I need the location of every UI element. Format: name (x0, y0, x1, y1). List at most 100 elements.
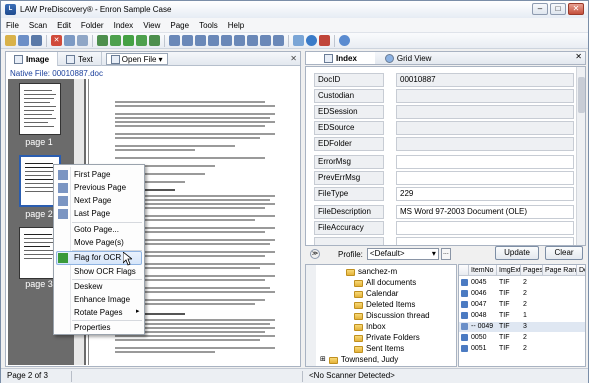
page-icon[interactable] (208, 35, 219, 46)
tab-text[interactable]: Text (58, 52, 102, 66)
tree-item[interactable]: All documents (354, 278, 416, 288)
globe-icon[interactable] (306, 35, 317, 46)
page-icon[interactable] (195, 35, 206, 46)
table-row[interactable]: 0046 TIF 2 (459, 289, 543, 299)
field-value[interactable]: 229 (396, 187, 574, 201)
close-button[interactable]: ✕ (568, 3, 584, 15)
nav-first-icon[interactable] (97, 35, 108, 46)
field-value[interactable] (396, 137, 574, 151)
menu-rotate-pages[interactable]: Rotate Pages (74, 307, 122, 319)
tab-index[interactable]: Index (306, 52, 375, 64)
copy-icon[interactable] (77, 35, 88, 46)
fields-scrollbar[interactable] (576, 67, 585, 245)
field-value[interactable] (396, 171, 574, 185)
column-header[interactable]: ItemNo (469, 265, 497, 275)
field-value[interactable] (396, 221, 574, 235)
table-row[interactable]: 0050 TIF 2 (459, 333, 543, 343)
page-icon[interactable] (273, 35, 284, 46)
clear-button[interactable]: Clear (545, 246, 583, 260)
table-row[interactable]: 0047 TIF 2 (459, 300, 543, 310)
menu-scan[interactable]: Scan (24, 21, 52, 30)
column-header[interactable]: Pages (521, 265, 543, 275)
column-header[interactable]: DocID (577, 265, 585, 275)
tab-grid-view[interactable]: Grid View (375, 52, 442, 64)
tree-item[interactable]: ⊞ Townsend, Judy (320, 355, 398, 365)
new-folder-icon[interactable] (5, 35, 16, 46)
native-file-value[interactable]: 00010887.doc (52, 69, 103, 78)
menu-properties[interactable]: Properties (74, 322, 110, 334)
minimize-button[interactable]: – (532, 3, 548, 15)
image-pane-close-icon[interactable]: ✕ (290, 54, 297, 63)
stop-icon[interactable] (319, 35, 330, 46)
nav-last-icon[interactable] (149, 35, 160, 46)
tree-item[interactable]: Sent Items (354, 344, 404, 354)
menu-last-page[interactable]: Last Page (74, 208, 110, 220)
profile-select[interactable]: <Default> (366, 248, 439, 260)
menu-deskew[interactable]: Deskew (74, 281, 102, 293)
open-icon[interactable] (31, 35, 42, 46)
menu-tools[interactable]: Tools (194, 21, 223, 30)
save-icon[interactable] (18, 35, 29, 46)
nav-prev-icon[interactable] (110, 35, 121, 46)
thumbnail-page-1[interactable] (19, 83, 61, 135)
menu-index[interactable]: Index (109, 21, 139, 30)
update-button[interactable]: Update (495, 246, 539, 260)
tree-item[interactable]: Discussion thread (354, 311, 430, 321)
field-value[interactable] (396, 155, 574, 169)
table-row[interactable]: 0048 TIF 1 (459, 311, 543, 321)
menu-enhance-image[interactable]: Enhance Image (74, 294, 130, 306)
tab-grid-label: Grid View (396, 53, 432, 63)
menu-file[interactable]: File (1, 21, 24, 30)
menu-next-page[interactable]: Next Page (74, 195, 111, 207)
page-icon[interactable] (234, 35, 245, 46)
tab-image[interactable]: Image (6, 52, 59, 66)
index-pane-close-icon[interactable]: ✕ (575, 52, 582, 61)
tree-scrollbar[interactable] (306, 265, 316, 366)
field-value[interactable]: MS Word 97-2003 Document (OLE) (396, 205, 574, 219)
field-value[interactable] (396, 105, 574, 119)
cut-icon[interactable] (64, 35, 75, 46)
menu-move-pages[interactable]: Move Page(s) (74, 237, 124, 249)
menu-flag-for-ocr[interactable]: Flag for OCR (74, 252, 121, 264)
menu-first-page[interactable]: First Page (74, 169, 110, 181)
menu-folder[interactable]: Folder (76, 21, 109, 30)
field-value[interactable] (396, 121, 574, 135)
menu-previous-page[interactable]: Previous Page (74, 182, 126, 194)
tree-item[interactable]: sanchez-m (346, 267, 397, 277)
menu-view[interactable]: View (138, 21, 165, 30)
menu-show-ocr-flags[interactable]: Show OCR Flags (74, 266, 136, 278)
field-value[interactable] (396, 237, 574, 245)
help-icon[interactable] (339, 35, 350, 46)
table-row-selected[interactable]: -- 0049 TIF 3 (459, 322, 585, 332)
open-file-button[interactable]: Open File ▾ (105, 53, 168, 65)
zoom-icon[interactable] (293, 35, 304, 46)
menu-goto-page[interactable]: Goto Page... (74, 224, 119, 236)
menu-help[interactable]: Help (223, 21, 249, 30)
table-row[interactable]: 0045 TIF 2 (459, 278, 543, 288)
tree-item[interactable]: Private Folders (354, 333, 420, 343)
field-value[interactable]: 00010887 (396, 73, 574, 87)
nav-next-icon[interactable] (136, 35, 147, 46)
collapse-chevron-icon[interactable]: ≫ (310, 249, 320, 259)
tree-item[interactable]: Calendar (354, 289, 398, 299)
field-value[interactable] (396, 89, 574, 103)
expand-icon[interactable]: ⊞ (320, 355, 326, 365)
tree-item[interactable]: Deleted Items (354, 300, 415, 310)
column-header[interactable]: Page Range (543, 265, 577, 275)
menu-page[interactable]: Page (165, 21, 194, 30)
tree-item[interactable]: Inbox (354, 322, 386, 332)
maximize-button[interactable]: □ (550, 3, 566, 15)
column-header[interactable]: ImgExt (497, 265, 521, 275)
delete-icon[interactable]: ✕ (51, 35, 62, 46)
page-icon[interactable] (221, 35, 232, 46)
page-icon[interactable] (182, 35, 193, 46)
menu-edit[interactable]: Edit (52, 21, 76, 30)
page-icon[interactable] (169, 35, 180, 46)
app-window: L LAW PreDiscovery® - Enron Sample Case … (0, 0, 589, 383)
profile-browse-button[interactable]: ... (440, 248, 451, 260)
scrollbar-thumb[interactable] (578, 77, 585, 113)
table-row[interactable]: 0051 TIF 2 (459, 344, 543, 354)
page-icon[interactable] (247, 35, 258, 46)
nav-move-icon[interactable] (123, 35, 134, 46)
page-icon[interactable] (260, 35, 271, 46)
